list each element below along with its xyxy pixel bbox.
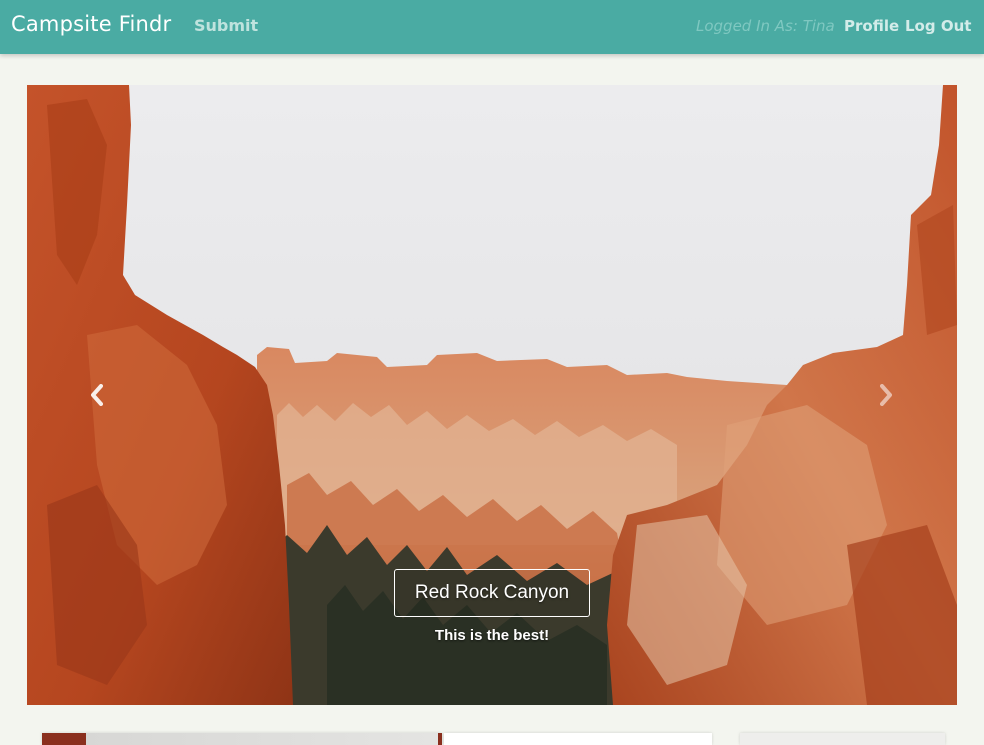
nav-submit-link[interactable]: Submit <box>194 16 258 35</box>
nav-logout-link[interactable]: Log Out <box>905 17 971 35</box>
caption-title: Red Rock Canyon <box>414 582 570 603</box>
carousel-next-button[interactable] <box>871 380 901 410</box>
campsite-card[interactable] <box>740 733 945 745</box>
campsite-card[interactable] <box>42 733 442 745</box>
logged-in-status: Logged In As: Tina <box>696 17 835 35</box>
campsite-card[interactable] <box>444 733 712 745</box>
carousel-prev-button[interactable] <box>82 380 112 410</box>
chevron-left-icon <box>91 384 103 406</box>
caption-subtitle: This is the best! <box>434 627 550 644</box>
image-carousel: Red Rock Canyon This is the best! <box>27 85 957 705</box>
nav-profile-link[interactable]: Profile <box>844 17 899 35</box>
brand-link[interactable]: Campsite Findr <box>11 12 171 36</box>
chevron-right-icon <box>880 384 892 406</box>
top-navbar: Campsite Findr Submit Logged In As: Tina… <box>0 0 984 54</box>
caption-title-box: Red Rock Canyon <box>394 569 590 617</box>
